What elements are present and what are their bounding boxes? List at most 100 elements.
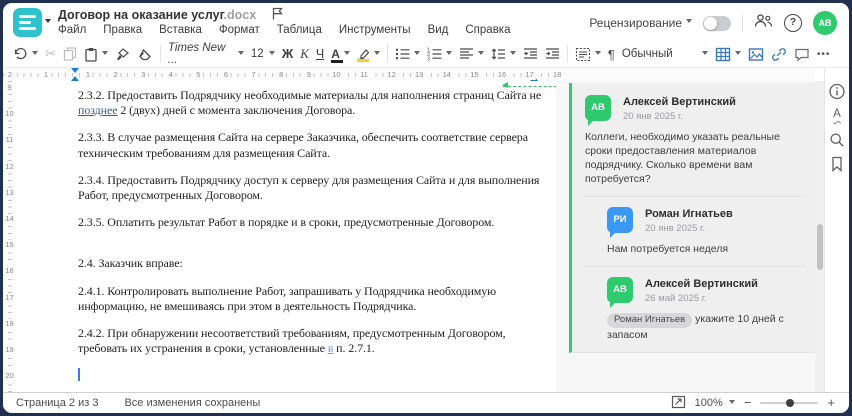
ruler-number: 5	[194, 69, 203, 80]
ruler-number: 10	[3, 109, 16, 119]
italic-button[interactable]: К	[300, 46, 309, 62]
paste-button[interactable]	[84, 47, 108, 62]
ruler-number: 14	[440, 69, 453, 80]
menu-item[interactable]: Инструменты	[339, 24, 411, 36]
paragraph[interactable]: 2.3.4. Предоставить Подрядчику доступ к …	[78, 173, 544, 203]
show-paragraph-marks-button[interactable]: ¶	[608, 47, 615, 62]
paragraph-style-select[interactable]: Обычный	[622, 48, 708, 60]
menu-item[interactable]: Таблица	[277, 24, 322, 36]
comment-item[interactable]: РИ Роман Игнатьев 20 янв 2025 г. Нам потреб…	[572, 207, 818, 256]
zoom-in-button[interactable]: +	[827, 396, 835, 409]
review-toggle[interactable]	[703, 15, 731, 31]
zoom-out-button[interactable]: −	[744, 396, 752, 409]
paragraph[interactable]: 2.3.2. Предоставить Подрядчику необходим…	[78, 88, 544, 118]
horizontal-ruler[interactable]: 2 1 1 2 3 4 5 6 7 8 9 10 11 12 13 14 15 16 17 18	[3, 68, 815, 82]
help-icon[interactable]: ?	[784, 14, 802, 32]
paragraph[interactable]: 2.3.5. Оплатить результат Работ в порядк…	[78, 215, 544, 230]
paragraph[interactable]: 2.4.1. Контролировать выполнение Работ, …	[78, 284, 544, 314]
paragraph-settings-button[interactable]	[575, 47, 601, 62]
mention-chip[interactable]: Роман Игнатьев	[607, 313, 693, 328]
document-text[interactable]: 2.3.2. Предоставить Подрядчику необходим…	[78, 88, 544, 393]
font-name-select[interactable]: Times New ...	[168, 42, 244, 66]
comments-panel: АВ Алексей Вертинский 20 янв 2025 г. Коллег…	[556, 81, 818, 393]
format-painter-icon[interactable]	[115, 47, 130, 62]
comment-button[interactable]	[794, 47, 810, 62]
increase-indent-button[interactable]	[545, 47, 560, 61]
ruler-number: 2	[5, 69, 15, 80]
zoom-slider[interactable]	[760, 399, 819, 407]
comment-avatar: АВ	[585, 95, 611, 126]
ruler-number: 17	[3, 292, 16, 302]
underline-button[interactable]: Ч	[316, 47, 324, 61]
insert-link-button[interactable]	[771, 47, 787, 62]
right-sidebar: А	[824, 68, 849, 393]
decrease-indent-button[interactable]	[523, 47, 538, 61]
ruler-number: 11	[358, 69, 370, 80]
bullet-list-button[interactable]	[395, 47, 420, 61]
menu-item[interactable]: Формат	[219, 24, 260, 36]
chevron-down-icon	[686, 19, 692, 26]
numbered-list-button[interactable]: 123	[427, 47, 452, 61]
ruler-number: 6	[221, 69, 231, 80]
line-spacing-button[interactable]	[491, 47, 516, 61]
collaboration-users-icon[interactable]	[754, 13, 773, 33]
page-indicator[interactable]: Страница 2 из 3	[16, 397, 98, 409]
scrollbar[interactable]	[815, 81, 824, 393]
comment-item[interactable]: АВ Алексей Вертинский 20 янв 2025 г. Коллег…	[572, 95, 818, 186]
ruler-number: 18	[3, 318, 16, 328]
highlight-color-button[interactable]	[356, 48, 380, 62]
cut-button[interactable]: ✂	[45, 46, 56, 62]
paragraph[interactable]: 2.3.3. В случае размещения Сайта на серв…	[78, 130, 544, 160]
clear-format-eraser-icon[interactable]	[137, 47, 153, 61]
more-tools-button[interactable]: •••	[817, 49, 831, 60]
app-logo-icon[interactable]	[13, 8, 42, 37]
doc-title-text: Договор на оказание услуг	[58, 8, 224, 22]
ruler-number: 1	[41, 69, 51, 80]
menu-item[interactable]: Файл	[58, 24, 86, 36]
spellcheck-icon[interactable]: А	[833, 108, 841, 120]
chevron-down-icon	[728, 399, 735, 407]
review-mode-button[interactable]: Рецензирование	[589, 16, 692, 30]
ruler-number: 7	[249, 69, 258, 80]
search-icon[interactable]	[829, 132, 845, 153]
align-button[interactable]	[459, 47, 484, 61]
undo-button[interactable]	[13, 47, 38, 61]
ruler-number: 19	[3, 345, 16, 354]
menu-item[interactable]: Вставка	[159, 24, 202, 36]
save-status: Все изменения сохранены	[124, 397, 261, 409]
paragraph[interactable]	[78, 242, 544, 256]
vertical-ruler[interactable]: 9 10 11 12 13 14 15 16 17 18 19 20	[3, 81, 17, 393]
copy-button[interactable]	[63, 47, 77, 61]
user-avatar[interactable]: АВ	[813, 11, 837, 35]
comment-item[interactable]: АВ Алексей Вертинский 26 май 2025 г. Роман …	[572, 277, 818, 342]
font-size-select[interactable]: 12	[251, 48, 275, 60]
bold-button[interactable]: Ж	[282, 47, 293, 61]
menu-item[interactable]: Вид	[428, 24, 449, 36]
paragraph[interactable]: 2.4. Заказчик вправе:	[78, 256, 544, 271]
chevron-down-icon	[477, 50, 484, 58]
paragraph[interactable]	[78, 368, 544, 383]
flag-icon[interactable]	[272, 7, 283, 23]
insert-image-button[interactable]	[748, 47, 764, 62]
insert-table-button[interactable]	[715, 47, 741, 62]
zoom-select[interactable]: 100%	[695, 397, 735, 409]
comment-author: Алексей Вертинский	[645, 278, 758, 290]
logo-dropdown-caret-icon[interactable]	[45, 19, 51, 26]
menu-item[interactable]: Правка	[103, 24, 142, 36]
bookmark-icon[interactable]	[831, 156, 844, 177]
font-color-button[interactable]: А	[331, 47, 350, 63]
document-page[interactable]: 2.3.2. Предоставить Подрядчику необходим…	[16, 81, 556, 393]
chevron-down-icon	[509, 50, 516, 58]
comment-date: 20 янв 2025 г.	[623, 111, 684, 122]
paragraph[interactable]: 2.4.2. При обнаружении несоответствий тр…	[78, 326, 544, 356]
comment-thread-card[interactable]: АВ Алексей Вертинский 20 янв 2025 г. Коллег…	[569, 83, 818, 353]
info-icon[interactable]	[829, 83, 846, 105]
fit-width-icon[interactable]	[671, 395, 686, 412]
ruler-number: 11	[3, 135, 16, 145]
menu-item[interactable]: Справка	[465, 24, 510, 36]
zoom-slider-handle[interactable]	[786, 399, 795, 407]
scrollbar-thumb[interactable]	[816, 224, 823, 270]
hanging-indent-marker[interactable]	[71, 72, 79, 81]
svg-text:3: 3	[427, 56, 430, 61]
ruler-number: 18	[551, 69, 564, 80]
